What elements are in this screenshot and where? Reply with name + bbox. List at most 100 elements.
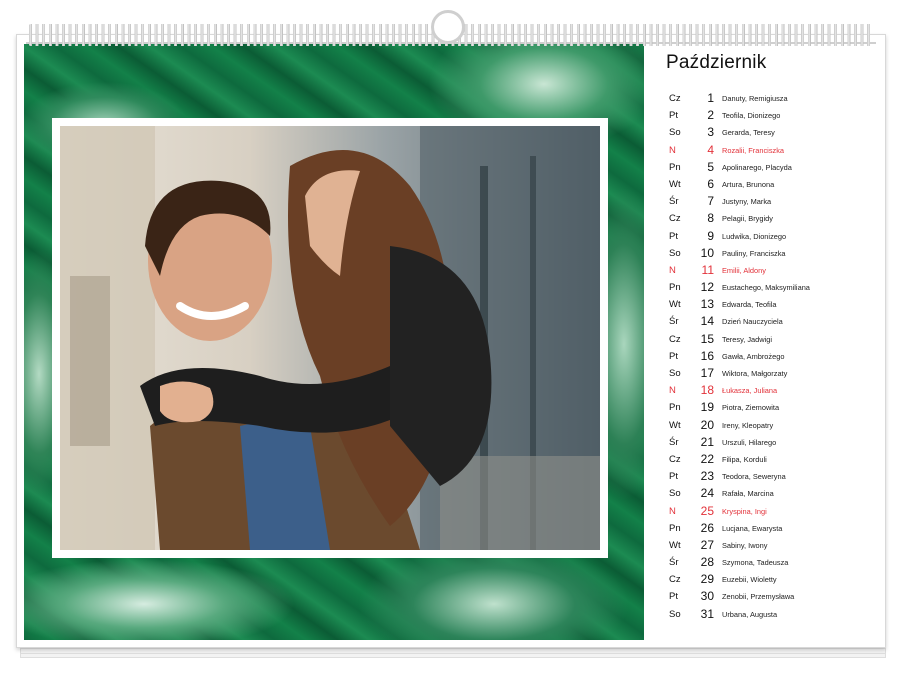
name-day-text: Kryspina, Ingi xyxy=(722,506,767,516)
day-row: Pt 30 Zenobii, Przemysława xyxy=(666,588,886,605)
day-row: Śr 28 Szymona, Tadeusza xyxy=(666,554,886,571)
day-row: Cz 29 Euzebii, Wioletty xyxy=(666,571,886,588)
day-row: Śr 7 Justyny, Marka xyxy=(666,193,886,210)
day-number: 23 xyxy=(700,469,714,484)
day-number: 14 xyxy=(700,314,714,329)
day-number: 18 xyxy=(700,383,714,398)
day-number: 5 xyxy=(707,159,714,174)
day-row: Pt 23 Teodora, Seweryna xyxy=(666,468,886,485)
day-number: 4 xyxy=(707,142,714,157)
day-row: Pn 12 Eustachego, Maksymiliana xyxy=(666,279,886,296)
day-row: Pt 2 Teofila, Dionizego xyxy=(666,107,886,124)
day-number: 13 xyxy=(700,297,714,312)
day-number: 22 xyxy=(700,451,714,466)
weekday-label: Pn xyxy=(669,402,681,414)
day-number: 7 xyxy=(707,194,714,209)
name-day-text: Urszuli, Hilarego xyxy=(722,437,777,447)
weekday-label: Pt xyxy=(669,471,678,483)
weekday-label: So xyxy=(669,368,681,379)
weekday-label: So xyxy=(669,608,681,620)
day-number: 29 xyxy=(700,572,714,587)
name-day-text: Teofila, Dionizego xyxy=(722,111,781,121)
weekday-label: Wt xyxy=(669,178,681,190)
day-number: 8 xyxy=(707,211,714,226)
day-number: 15 xyxy=(700,331,714,346)
day-row: N 11 Emilii, Aldony xyxy=(666,262,886,279)
day-row: So 17 Wiktora, Małgorzaty xyxy=(666,365,886,382)
weekday-label: Pt xyxy=(669,591,678,603)
day-row: Pn 19 Piotra, Ziemowita xyxy=(666,399,886,416)
day-row: Wt 20 Ireny, Kleopatry xyxy=(666,417,886,434)
day-number: 31 xyxy=(700,606,714,621)
name-day-text: Euzebii, Wioletty xyxy=(722,575,777,585)
day-number: 27 xyxy=(700,537,714,552)
name-day-text: Rozalii, Franciszka xyxy=(722,145,785,155)
day-row: Cz 22 Filipa, Korduli xyxy=(666,451,886,468)
name-day-text: Edwarda, Teofila xyxy=(722,300,777,310)
day-row: N 4 Rozalii, Franciszka xyxy=(666,142,886,159)
day-number: 24 xyxy=(700,486,714,501)
day-number: 3 xyxy=(707,125,714,140)
couple-photo-illustration xyxy=(60,126,600,550)
weekday-label: Pn xyxy=(669,282,681,294)
weekday-label: Cz xyxy=(669,93,681,104)
weekday-label: Pt xyxy=(669,350,678,362)
day-row: N 25 Kryspina, Ingi xyxy=(666,503,886,520)
name-day-text: Dzień Nauczyciela xyxy=(722,317,783,327)
day-row: Pt 9 Ludwika, Dionizego xyxy=(666,228,886,245)
stacked-page-edge xyxy=(20,648,886,654)
name-day-text: Filipa, Korduli xyxy=(722,454,767,464)
weekday-label: Cz xyxy=(669,574,681,586)
day-number: 20 xyxy=(700,417,714,432)
name-day-text: Teresy, Jadwigi xyxy=(722,334,772,344)
day-number: 16 xyxy=(700,348,714,363)
day-row: Wt 6 Artura, Brunona xyxy=(666,176,886,193)
name-day-text: Lucjana, Ewarysta xyxy=(722,523,783,533)
day-row: N 18 Łukasza, Juliana xyxy=(666,382,886,399)
day-number: 6 xyxy=(707,176,714,191)
day-row: Pn 26 Lucjana, Ewarysta xyxy=(666,520,886,537)
name-day-text: Rafała, Marcina xyxy=(722,489,774,499)
name-day-text: Zenobii, Przemysława xyxy=(722,592,795,602)
day-row: Wt 27 Sabiny, Iwony xyxy=(666,537,886,554)
name-day-text: Gawła, Ambrożego xyxy=(722,351,785,361)
day-number: 26 xyxy=(700,520,714,535)
weekday-label: Wt xyxy=(669,539,681,551)
month-title: Październik xyxy=(666,52,767,73)
weekday-label: Śr xyxy=(669,436,679,448)
hanger-ring-icon xyxy=(431,10,465,44)
name-day-text: Pelagii, Brygidy xyxy=(722,214,773,224)
day-row: Wt 13 Edwarda, Teofila xyxy=(666,296,886,313)
weekday-label: N xyxy=(669,505,676,517)
name-day-text: Emilii, Aldony xyxy=(722,265,766,275)
day-number: 17 xyxy=(700,366,714,380)
name-day-text: Łukasza, Juliana xyxy=(722,386,778,396)
couple-photo xyxy=(60,126,600,550)
weekday-label: Pt xyxy=(669,230,678,242)
day-row: Śr 14 Dzień Nauczyciela xyxy=(666,313,886,330)
weekday-label: Cz xyxy=(669,333,681,345)
name-day-text: Sabiny, Iwony xyxy=(722,540,768,550)
name-day-text: Ludwika, Dionizego xyxy=(722,231,787,241)
day-number: 30 xyxy=(700,589,714,604)
name-day-text: Piotra, Ziemowita xyxy=(722,403,780,413)
weekday-label: N xyxy=(669,385,676,397)
weekday-label: Wt xyxy=(669,299,681,311)
name-day-text: Justyny, Marka xyxy=(722,197,772,207)
day-row: Cz 1 Danuty, Remigiusza xyxy=(666,90,886,107)
day-number: 11 xyxy=(701,262,714,277)
name-day-text: Teodora, Seweryna xyxy=(722,472,786,482)
day-number: 25 xyxy=(700,503,714,518)
weekday-label: So xyxy=(669,247,681,259)
day-number: 1 xyxy=(707,91,714,105)
day-row: Cz 8 Pelagii, Brygidy xyxy=(666,210,886,227)
name-day-text: Artura, Brunona xyxy=(722,179,775,189)
photo-frame xyxy=(52,118,608,558)
name-day-text: Urbana, Augusta xyxy=(722,609,778,619)
name-day-text: Apolinarego, Placyda xyxy=(722,162,792,172)
name-day-text: Ireny, Kleopatry xyxy=(722,420,774,430)
weekday-label: So xyxy=(669,127,681,139)
name-day-text: Wiktora, Małgorzaty xyxy=(722,369,788,378)
weekday-label: Śr xyxy=(669,196,679,208)
weekday-label: Śr xyxy=(669,557,679,569)
